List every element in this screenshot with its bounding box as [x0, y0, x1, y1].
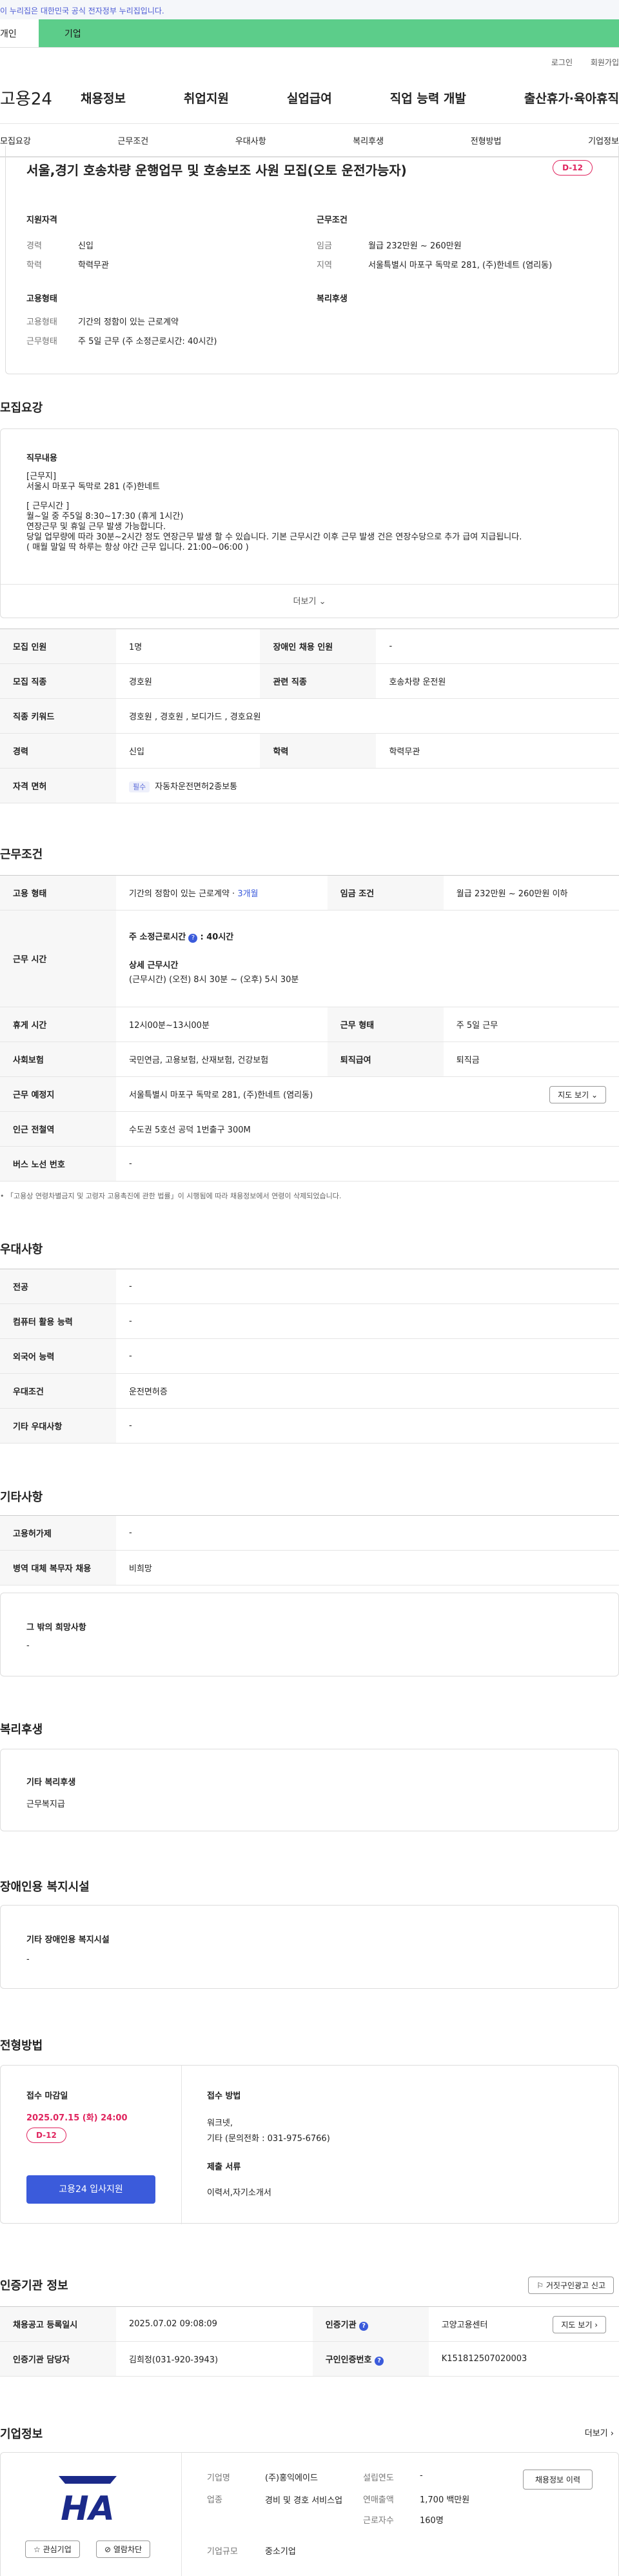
apply-button[interactable]: 고용24 입사지원 — [26, 2175, 155, 2204]
subnav-prefer[interactable]: 우대사항 — [235, 134, 266, 146]
license-value: 자동차운전면허2종보통 — [155, 782, 238, 792]
report-icon: ⚐ — [536, 2281, 544, 2290]
condition-table: 고용 형태 기간의 정함이 있는 근로계약 · 3개월 임금 조건 월급 232… — [0, 875, 619, 1201]
favorite-company-button[interactable]: ☆ 관심기업 — [25, 2541, 80, 2558]
age-note: • 「고용상 연령차별금지 및 고령자 고용촉진에 관한 법률」이 시행됨에 따… — [0, 1192, 342, 1200]
table-row: 직종 키워드 경호원 , 경호원 , 보디가드 , 경호요원 — [0, 698, 619, 734]
prefer-table: 전공 - 컴퓨터 활용 능력 - 외국어 능력 - 우대조건 운전면허증 기타 우대사항… — [0, 1269, 619, 1444]
wage-value: 월급 232만원 ~ 260만원 — [368, 241, 462, 251]
dday-badge: D-12 — [553, 160, 593, 176]
util-links: 로그인 회원가입 — [0, 48, 619, 72]
subnav-company[interactable]: 기업정보 — [588, 134, 619, 146]
recruit-table: 모집 인원 1명 장애인 채용 인원 - 모집 직종 경호원 관련 직종 호송차량 운전… — [0, 629, 619, 803]
table-row: 자격 면허 필수 자동차운전면허2종보통 — [0, 768, 619, 803]
welfare-card: 기타 복리후생 근무복지급 — [0, 1749, 619, 1831]
prefer-title: 우대사항 — [0, 1243, 43, 1256]
recruit-title: 모집요강 — [0, 401, 43, 415]
main-nav: 고용24 채용정보 취업지원 실업급여 직업 능력 개발 출산휴가·육아휴직 — [0, 72, 619, 124]
nav-unemployment-benefit[interactable]: 실업급여 — [287, 89, 332, 106]
duty-heading: 직무내용 — [26, 454, 57, 463]
report-button[interactable]: ⚐ 거짓구인광고 신고 — [528, 2277, 614, 2294]
condition-title: 근무조건 — [0, 848, 43, 861]
company-title: 기업정보 — [0, 2428, 43, 2441]
required-badge: 필수 — [129, 781, 150, 792]
disabled-card: 기타 장애인용 복지시설 - — [0, 1905, 619, 1989]
job-summary-card: 서울,경기 호송차량 운행업무 및 호송보조 사원 모집(오토 운전가능자) D… — [5, 146, 619, 374]
gov-banner: 이 누리집은 대한민국 공식 전자정부 누리집입니다. — [0, 0, 619, 19]
company-card: HA ☆ 관심기업 ⊘ 열람차단 기업명 (주)홍익에이드 업종 경비 및 경호… — [0, 2452, 619, 2576]
company-more-link[interactable]: 더보기 › — [585, 2426, 614, 2439]
edu-value: 학력무관 — [78, 261, 109, 270]
block-company-button[interactable]: ⊘ 열람차단 — [96, 2541, 151, 2558]
chevron-down-icon: ⌄ — [319, 597, 326, 607]
deadline-dday-badge: D-12 — [26, 2128, 66, 2143]
table-row: 모집 직종 경호원 관련 직종 호송차량 운전원 — [0, 663, 619, 699]
svg-text:HA: HA — [61, 2490, 115, 2528]
certify-table: 채용공고 등록일시 2025.07.02 09:08:09 인증기관 ? 고양고용… — [0, 2306, 619, 2377]
certify-title: 인증기관 정보 — [0, 2279, 68, 2293]
welfare-title: 복리후생 — [0, 1723, 43, 1736]
tab-person[interactable]: 개인 — [0, 19, 39, 47]
work-value: 주 5일 근무 (주 소정근로시간: 40시간) — [78, 337, 217, 347]
duty-text: [근무지] 서울시 마포구 독막로 281 (주)한네트 [ 근무시간 ] 월~… — [26, 472, 522, 552]
more-button[interactable]: 더보기 ⌄ — [1, 594, 618, 607]
star-icon: ☆ — [34, 2545, 41, 2554]
job-title: 서울,경기 호송차량 운행업무 및 호송보조 사원 모집(오토 운전가능자) — [26, 163, 407, 178]
edu-label: 학력 — [26, 261, 42, 270]
duty-card: 직무내용 [근무지] 서울시 마포구 독막로 281 (주)한네트 [ 근무시간… — [0, 428, 619, 618]
nav-job-training[interactable]: 직업 능력 개발 — [390, 89, 466, 106]
subnav-welfare[interactable]: 복리후생 — [353, 134, 384, 146]
career-label: 경력 — [26, 241, 42, 251]
info-icon[interactable]: ? — [359, 2321, 369, 2331]
welfare-heading: 복리후생 — [317, 294, 348, 304]
area-label: 지역 — [317, 261, 332, 270]
map-button[interactable]: 지도 보기 ⌄ — [549, 1086, 606, 1103]
company-logo: HA — [39, 2470, 136, 2528]
emp-value: 기간의 정함이 있는 근로계약 — [78, 317, 179, 327]
subnav-recruit[interactable]: 모집요강 — [0, 134, 31, 146]
cond-heading: 근무조건 — [317, 216, 348, 225]
area-value: 서울특별시 마포구 독막로 281, (주)한네트 (염리동) — [368, 261, 553, 270]
login-link[interactable]: 로그인 — [551, 58, 573, 67]
etc-other-card: 그 밖의 희망사항 - — [0, 1593, 619, 1676]
tab-company[interactable]: 기업 — [39, 19, 619, 47]
subnav-process[interactable]: 전형방법 — [471, 134, 502, 146]
block-icon: ⊘ — [104, 2545, 112, 2554]
join-link[interactable]: 회원가입 — [591, 58, 619, 67]
deadline-value: 2025.07.15 (화) 24:00 — [26, 2113, 128, 2123]
wage-label: 임금 — [317, 241, 332, 251]
nav-jobs[interactable]: 채용정보 — [81, 89, 126, 106]
process-card: 접수 마감일 2025.07.15 (화) 24:00 D-12 고용24 입사… — [0, 2065, 619, 2224]
nav-parental-leave[interactable]: 출산휴가·육아휴직 — [524, 89, 619, 106]
table-row: 경력 신입 학력 학력무관 — [0, 733, 619, 769]
work-label: 근무형태 — [26, 337, 57, 347]
qual-heading: 지원자격 — [26, 216, 57, 225]
emp-label: 고용형태 — [26, 317, 57, 327]
user-tabs: 개인 기업 — [0, 19, 619, 48]
site-logo[interactable]: 고용24 — [0, 86, 81, 110]
table-row: 모집 인원 1명 장애인 채용 인원 - — [0, 629, 619, 664]
etc-table: 고용허가제 - 병역 대체 복무자 채용 비희망 — [0, 1515, 619, 1585]
recruit-history-button[interactable]: 채용정보 이력 — [522, 2470, 593, 2490]
process-title: 전형방법 — [0, 2039, 43, 2053]
nav-employment-support[interactable]: 취업지원 — [184, 89, 229, 106]
disabled-title: 장애인용 복지시설 — [0, 1880, 90, 1894]
map-button[interactable]: 지도 보기 › — [553, 2316, 606, 2333]
info-icon[interactable]: ? — [375, 2356, 384, 2366]
info-icon[interactable]: ? — [188, 933, 198, 943]
etc-title: 기타사항 — [0, 1491, 43, 1504]
emp-type-heading: 고용형태 — [26, 294, 57, 304]
subnav-condition[interactable]: 근무조건 — [117, 134, 148, 146]
career-value: 신입 — [78, 241, 93, 251]
